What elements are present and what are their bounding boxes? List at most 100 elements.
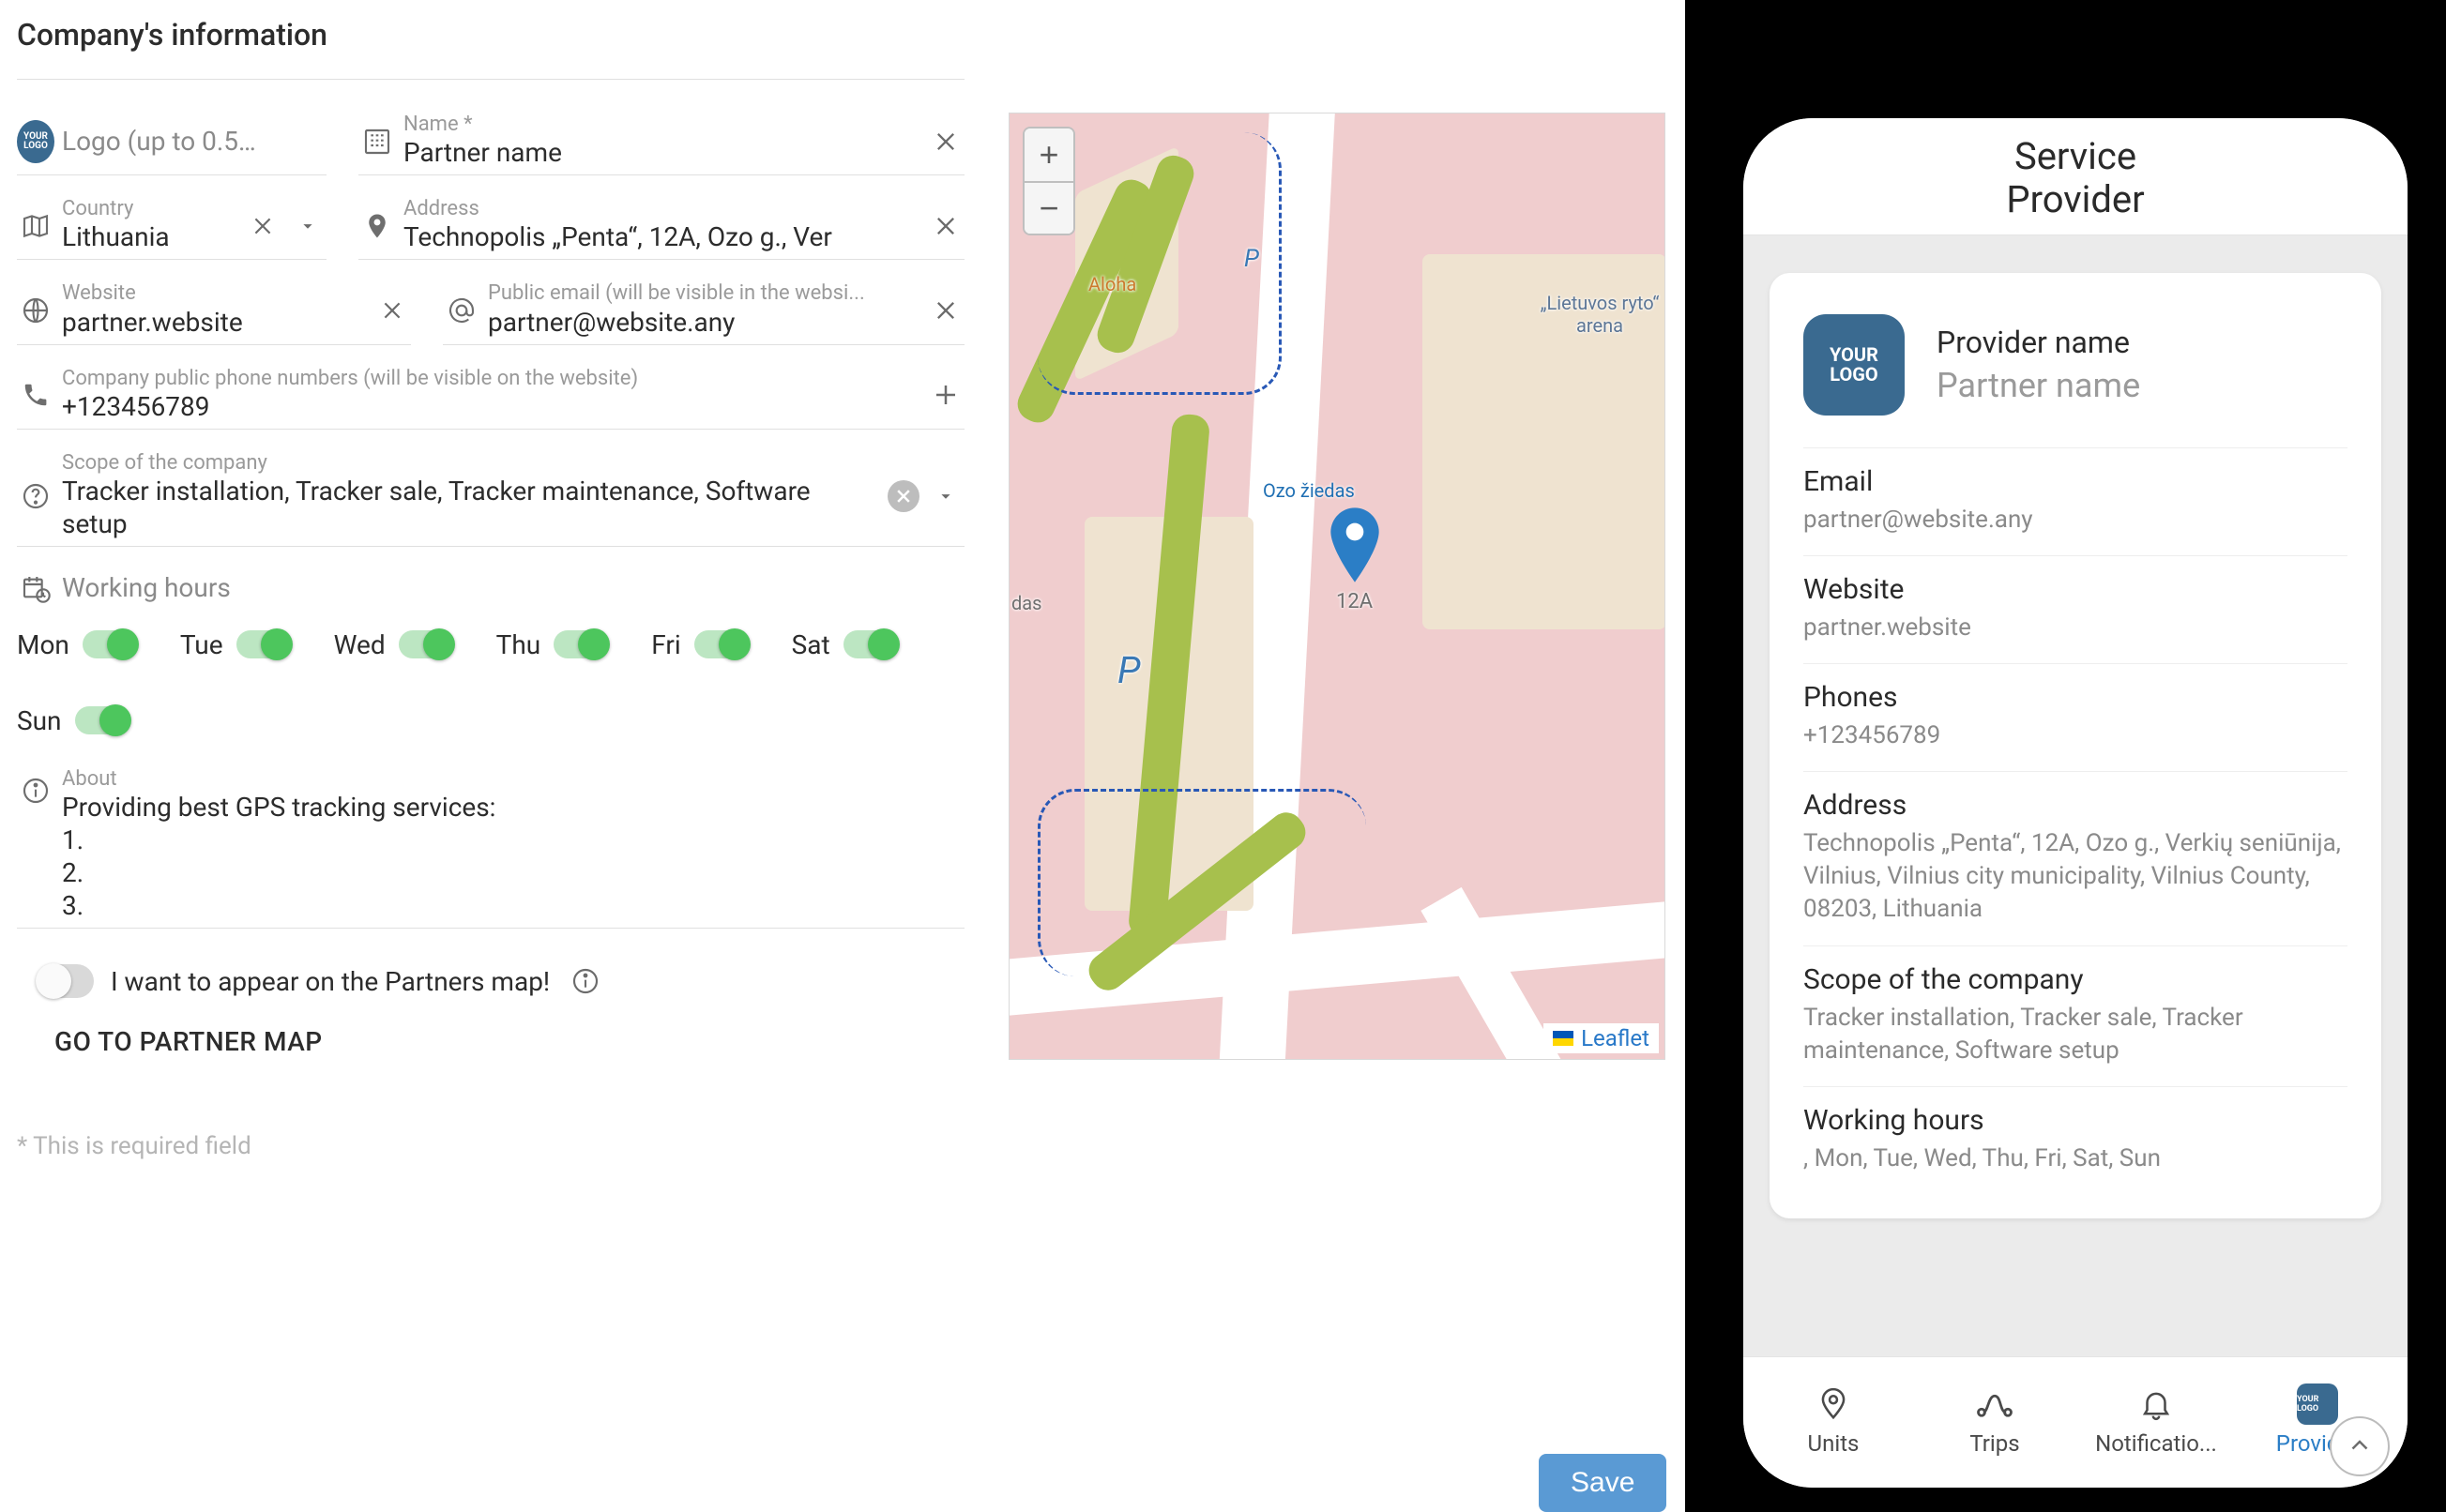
zoom-in-button[interactable]: + [1025,129,1073,181]
clear-address-icon[interactable] [927,207,965,245]
phone-value: +123456789 [62,390,919,423]
phone-header-2: Provider [1743,178,2408,221]
partners-map-info-icon[interactable] [567,962,604,1000]
provider-tab-logo-icon: YOUR LOGO [2297,1383,2338,1425]
partners-map-row: I want to appear on the Partners map! [38,962,965,1000]
name-field[interactable]: Name * Partner name [358,108,965,175]
tab-trips[interactable]: Trips [1934,1383,2056,1457]
day-label: Thu [496,629,541,660]
day-fri: Fri [651,629,746,660]
day-label: Tue [180,629,223,660]
day-thu: Thu [496,629,607,660]
about-field[interactable]: About Providing best GPS tracking servic… [17,763,965,929]
day-label: Mon [17,629,69,660]
address-field[interactable]: Address Technopolis „Penta“, 12A, Ozo g.… [358,192,965,260]
map-zoom-control: + − [1023,127,1075,235]
phone-field[interactable]: Company public phone numbers (will be vi… [17,362,965,430]
phone-header: Service Provider [1743,118,2408,235]
day-label: Wed [334,629,386,660]
card-row-email: Email partner@website.any [1803,447,2347,555]
partners-map-toggle[interactable] [38,964,94,998]
logo-label: Logo (up to 0.5… [62,125,327,158]
tab-label: Units [1808,1430,1860,1457]
calendar-clock-icon [17,569,54,607]
at-icon [443,292,480,329]
card-row-hours: Working hours , Mon, Tue, Wed, Thu, Fri,… [1803,1086,2347,1194]
card-row-scope: Scope of the company Tracker installatio… [1803,945,2347,1086]
scope-dropdown-icon[interactable] [927,477,965,515]
day-label: Sun [17,705,62,736]
map-marker-label: 12A [1336,590,1373,613]
map-parking-icon-2: P [1244,245,1259,273]
card-row-website: Website partner.website [1803,555,2347,663]
go-to-partner-map-button[interactable]: GO TO PARTNER MAP [54,1026,965,1057]
day-toggle-mon[interactable] [83,630,135,658]
provider-logo-icon: YOUR LOGO [1803,314,1905,416]
day-toggle-fri[interactable] [694,630,747,658]
map-label-aloha: Aloha [1088,273,1136,295]
phone-tabbar: Units Trips Notificatio... YOUR LOGO Pro… [1743,1356,2408,1488]
email-field[interactable]: Public email (will be visible in the web… [443,277,965,344]
day-toggle-tue[interactable] [236,630,289,658]
globe-icon [17,292,54,329]
route-icon [1974,1383,2015,1425]
map-marker-icon[interactable] [1329,507,1381,582]
day-toggle-sat[interactable] [843,630,896,658]
info-icon [17,772,54,809]
phone-preview-area: Service Provider YOUR LOGO Provider name… [1685,0,2446,1512]
country-field[interactable]: Country Lithuania [17,192,327,260]
day-label: Fri [651,629,680,660]
about-value: Providing best GPS tracking services:1.2… [62,791,965,922]
card-row-address: Address Technopolis „Penta“, 12A, Ozo g.… [1803,771,2347,945]
clear-name-icon[interactable] [927,123,965,160]
building-icon [358,123,396,160]
tab-label: Notificatio... [2095,1430,2217,1457]
location-map[interactable]: „Lietuvos ryto“ arena Ozo žiedas Aloha d… [1009,113,1665,1060]
help-icon [17,477,54,515]
clear-email-icon[interactable] [927,292,965,329]
tab-notifications[interactable]: Notificatio... [2095,1383,2217,1457]
phone-label: Company public phone numbers (will be vi… [62,368,919,390]
save-button[interactable]: Save [1539,1454,1666,1512]
email-label: Public email (will be visible in the web… [488,282,919,305]
section-title: Company's information [17,17,965,80]
zoom-out-button[interactable]: − [1025,181,1073,234]
days-row: Mon Tue Wed Thu Fri Sat Sun [17,629,965,736]
scope-value: Tracker installation, Tracker sale, Trac… [62,475,880,540]
scroll-top-fab[interactable] [2330,1416,2390,1476]
bell-icon [2135,1383,2177,1425]
website-field[interactable]: Website partner.website [17,277,411,344]
card-row-phones: Phones +123456789 [1803,663,2347,771]
card-key: Address [1803,789,2347,822]
country-dropdown-icon[interactable] [289,207,327,245]
card-val: partner.website [1803,612,2347,644]
email-value: partner@website.any [488,306,919,339]
card-key: Website [1803,573,2347,606]
tab-units[interactable]: Units [1772,1383,1894,1457]
phone-header-1: Service [1743,135,2408,178]
clear-scope-icon[interactable] [888,480,919,512]
address-label: Address [403,198,919,220]
day-tue: Tue [180,629,289,660]
phone-icon [17,376,54,414]
day-toggle-sun[interactable] [75,706,128,734]
day-sat: Sat [792,629,896,660]
phone-frame: Service Provider YOUR LOGO Provider name… [1719,94,2432,1512]
map-attribution[interactable]: Leaflet [1543,1023,1659,1053]
logo-field[interactable]: YOUR LOGO Logo (up to 0.5… [17,108,327,175]
scope-field[interactable]: Scope of the company Tracker installatio… [17,446,965,547]
day-sun: Sun [17,705,128,736]
day-label: Sat [792,629,830,660]
card-key: Working hours [1803,1104,2347,1137]
day-toggle-thu[interactable] [554,630,606,658]
clear-country-icon[interactable] [244,207,281,245]
day-toggle-wed[interactable] [399,630,451,658]
name-label: Name * [403,113,919,136]
day-wed: Wed [334,629,451,660]
add-phone-icon[interactable] [927,376,965,414]
required-note: * This is required field [17,1132,965,1160]
map-label-das: das [1011,592,1041,614]
country-value: Lithuania [62,220,236,253]
tab-label: Trips [1969,1430,2019,1457]
clear-website-icon[interactable] [373,292,411,329]
